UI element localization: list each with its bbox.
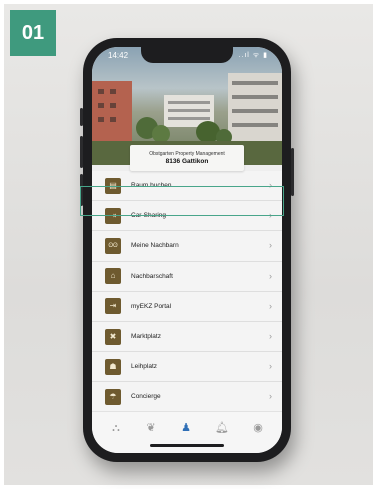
menu-item-label: Car-Sharing — [131, 212, 167, 220]
concierge-icon: ☂ — [105, 388, 121, 405]
menu-item-meine-nachbarn[interactable]: ʘʘ Meine Nachbarn › — [92, 231, 282, 262]
menu-item-label: Nachbarschaft — [131, 272, 173, 280]
menu-item-label: Concierge — [131, 393, 161, 401]
background-stage: 01 14:42 ..ıl ᯤ ▮ Obstgarten Property Ma… — [4, 4, 373, 485]
leaf-icon[interactable]: ❦ — [143, 420, 159, 436]
home-icon: ⌂ — [105, 268, 121, 285]
bell-icon[interactable]: 🔔︎ — [214, 420, 230, 436]
chevron-right-icon: › — [269, 330, 272, 341]
status-time: 14:42 — [108, 51, 129, 60]
status-icons: ..ıl ᯤ ▮ — [238, 52, 268, 59]
menu-item-label: Meine Nachbarn — [131, 242, 179, 250]
phone-screen: 14:42 ..ıl ᯤ ▮ Obstgarten Property Manag… — [92, 47, 282, 453]
marketplace-icon: ✖ — [105, 328, 121, 345]
home-indicator — [150, 444, 224, 447]
menu-item-marktplatz[interactable]: ✖ Marktplatz › — [92, 321, 282, 353]
profile-icon[interactable]: ◉ — [250, 420, 266, 436]
volume-down-button — [80, 174, 83, 206]
community-icon[interactable]: ⛬ — [108, 420, 124, 436]
property-location: 8136 Gattikon — [165, 158, 209, 165]
power-button — [291, 148, 294, 196]
chevron-right-icon: › — [269, 210, 272, 221]
menu-item-raum-buchen[interactable]: ▤ Raum buchen › — [92, 171, 282, 202]
room-booking-icon: ▤ — [105, 177, 121, 194]
volume-up-button — [80, 136, 83, 168]
chevron-right-icon: › — [269, 391, 272, 402]
neighbors-icon: ʘʘ — [105, 237, 121, 254]
menu-item-leihplatz[interactable]: ☗ Leihplatz › — [92, 352, 282, 383]
menu-item-myekz-portal[interactable]: ⇥ myEKZ Portal › — [92, 291, 282, 322]
hub-icon[interactable]: ♟ — [178, 420, 194, 436]
phone-mockup: 14:42 ..ıl ᯤ ▮ Obstgarten Property Manag… — [80, 38, 294, 462]
tab-bar: ⛬ ❦ ♟ 🔔︎ ◉ — [92, 411, 282, 453]
chevron-right-icon: › — [269, 361, 272, 372]
car-sharing-icon: ⇥ — [105, 207, 121, 224]
chevron-right-icon: › — [269, 240, 272, 251]
chevron-right-icon: › — [269, 270, 272, 281]
chevron-right-icon: › — [269, 180, 272, 190]
menu-item-label: Raum buchen — [131, 182, 172, 190]
menu-item-concierge[interactable]: ☂ Concierge › — [92, 382, 282, 413]
status-bar: 14:42 ..ıl ᯤ ▮ — [108, 50, 268, 62]
portal-icon: ⇥ — [105, 298, 121, 315]
menu-item-label: Marktplatz — [131, 333, 161, 341]
menu-item-label: Leihplatz — [131, 363, 158, 371]
menu-item-car-sharing[interactable]: ⇥ Car-Sharing › — [92, 201, 282, 232]
menu-item-label: myEKZ Portal — [131, 302, 172, 310]
company-name: Obstgarten Property Management — [149, 151, 225, 157]
lending-icon: ☗ — [105, 358, 121, 375]
menu-item-nachbarschaft[interactable]: ⌂ Nachbarschaft › — [92, 261, 282, 292]
chevron-right-icon: › — [269, 300, 272, 311]
service-menu: ▤ Raum buchen › ⇥ Car-Sharing › ʘʘ Meine… — [92, 171, 282, 413]
step-badge: 01 — [10, 10, 56, 56]
property-card: Obstgarten Property Management 8136 Gatt… — [130, 145, 244, 171]
mute-switch — [80, 108, 83, 126]
